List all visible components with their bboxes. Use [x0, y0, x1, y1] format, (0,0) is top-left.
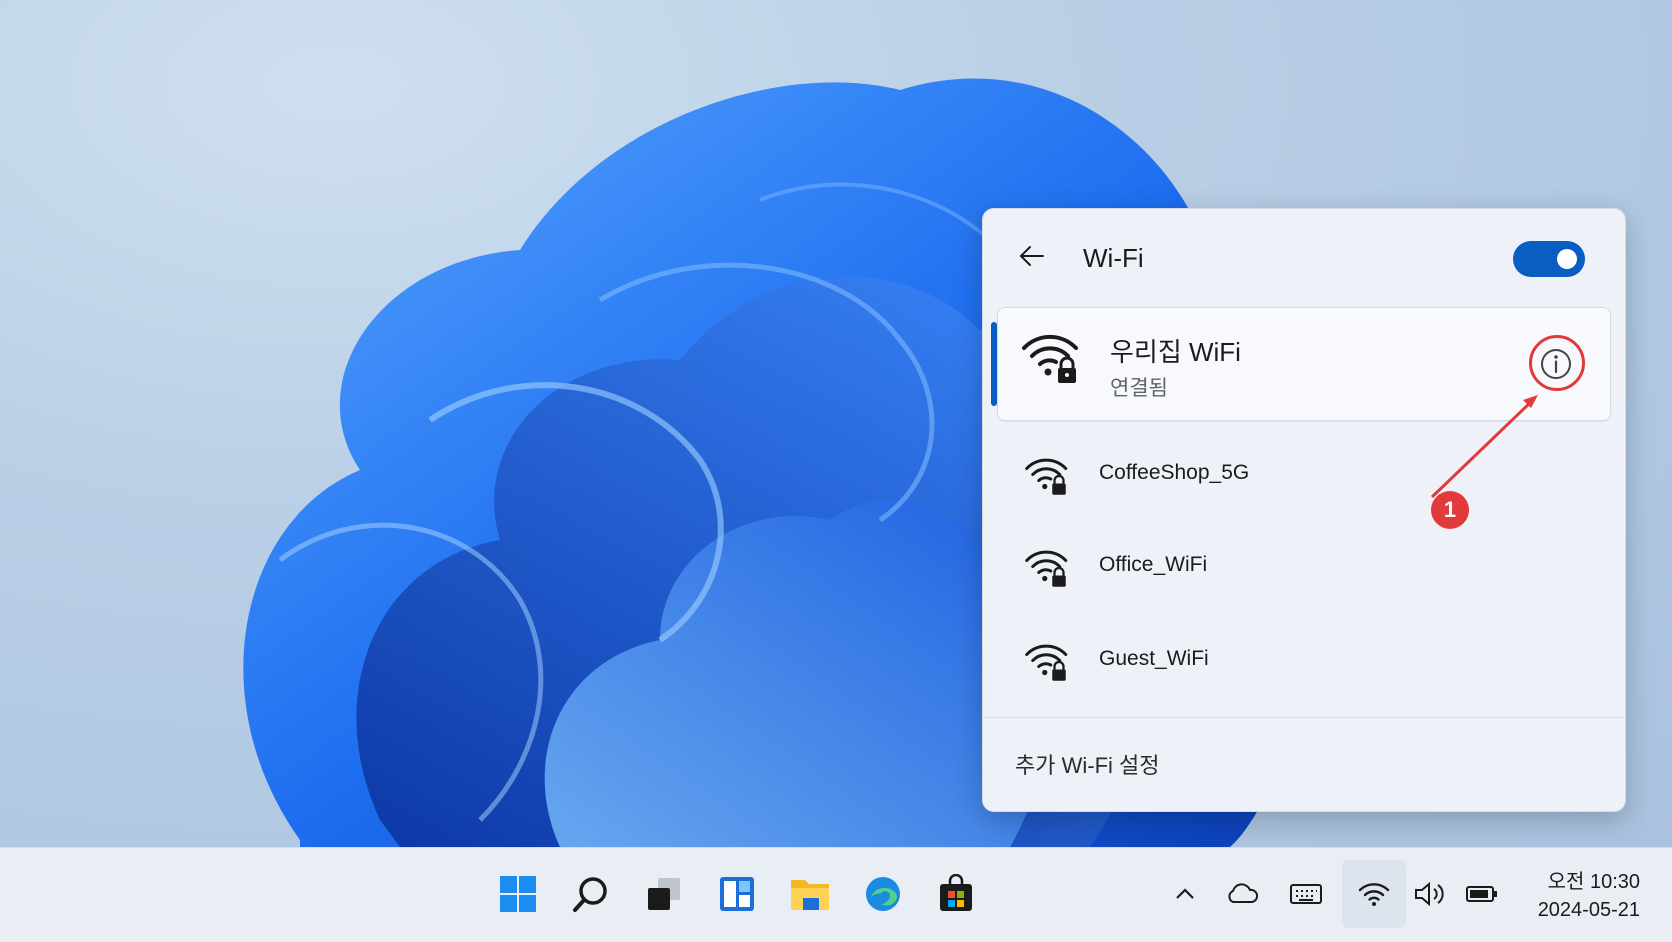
wifi-locked-icon [1025, 458, 1068, 495]
store-icon[interactable] [928, 866, 984, 922]
connection-status: 연결됨 [1110, 377, 1168, 400]
taskbar-clock[interactable]: 오전 10:30 2024-05-21 [1510, 868, 1640, 924]
flyout-footer: 추가 Wi-Fi 설정 [983, 717, 1625, 811]
clock-time: 오전 10:30 [1547, 871, 1640, 893]
wifi-icon[interactable] [1354, 874, 1394, 914]
network-item[interactable]: Office_WiFi [983, 525, 1625, 611]
wifi-locked-icon [1025, 550, 1068, 587]
windows-start-icon[interactable] [490, 866, 546, 922]
network-name: Guest_WiFi [1099, 647, 1209, 670]
onedrive-icon[interactable] [1222, 874, 1262, 914]
edge-icon[interactable] [855, 866, 911, 922]
flyout-header: Wi-Fi [983, 209, 1625, 307]
search-icon[interactable] [563, 866, 619, 922]
chevron-up-icon[interactable] [1165, 874, 1205, 914]
more-wifi-settings-link[interactable]: 추가 Wi-Fi 설정 [1015, 748, 1160, 780]
annotation-badge: 1 [1431, 491, 1469, 529]
file-explorer-icon[interactable] [782, 866, 838, 922]
widgets-icon[interactable] [709, 866, 765, 922]
volume-icon[interactable] [1410, 874, 1450, 914]
battery-icon[interactable] [1462, 874, 1502, 914]
network-item[interactable]: CoffeeShop_5G [983, 433, 1625, 519]
wifi-locked-icon [1022, 334, 1078, 383]
flyout-title: Wi-Fi [1083, 243, 1144, 273]
connected-network-name: 우리집 WiFi [1110, 337, 1241, 367]
network-name: Office_WiFi [1099, 553, 1208, 576]
clock-date: 2024-05-21 [1537, 899, 1640, 921]
taskbar: 오전 10:30 2024-05-21 [0, 847, 1672, 942]
network-item[interactable]: Guest_WiFi [983, 619, 1625, 705]
wifi-flyout: Wi-Fi 우리집 WiFi 연결됨 CoffeeShop_5G Office_… [982, 208, 1626, 812]
wifi-locked-icon [1025, 644, 1068, 681]
network-name: CoffeeShop_5G [1099, 461, 1250, 484]
annotation-highlight-ring [1529, 335, 1585, 391]
selection-accent-bar [991, 322, 997, 406]
task-view-icon[interactable] [636, 866, 692, 922]
keyboard-icon[interactable] [1286, 874, 1326, 914]
wifi-toggle[interactable] [1513, 241, 1585, 277]
connected-network-item[interactable]: 우리집 WiFi 연결됨 [991, 307, 1611, 421]
toggle-knob [1557, 249, 1577, 269]
back-arrow-icon[interactable] [1017, 241, 1047, 271]
